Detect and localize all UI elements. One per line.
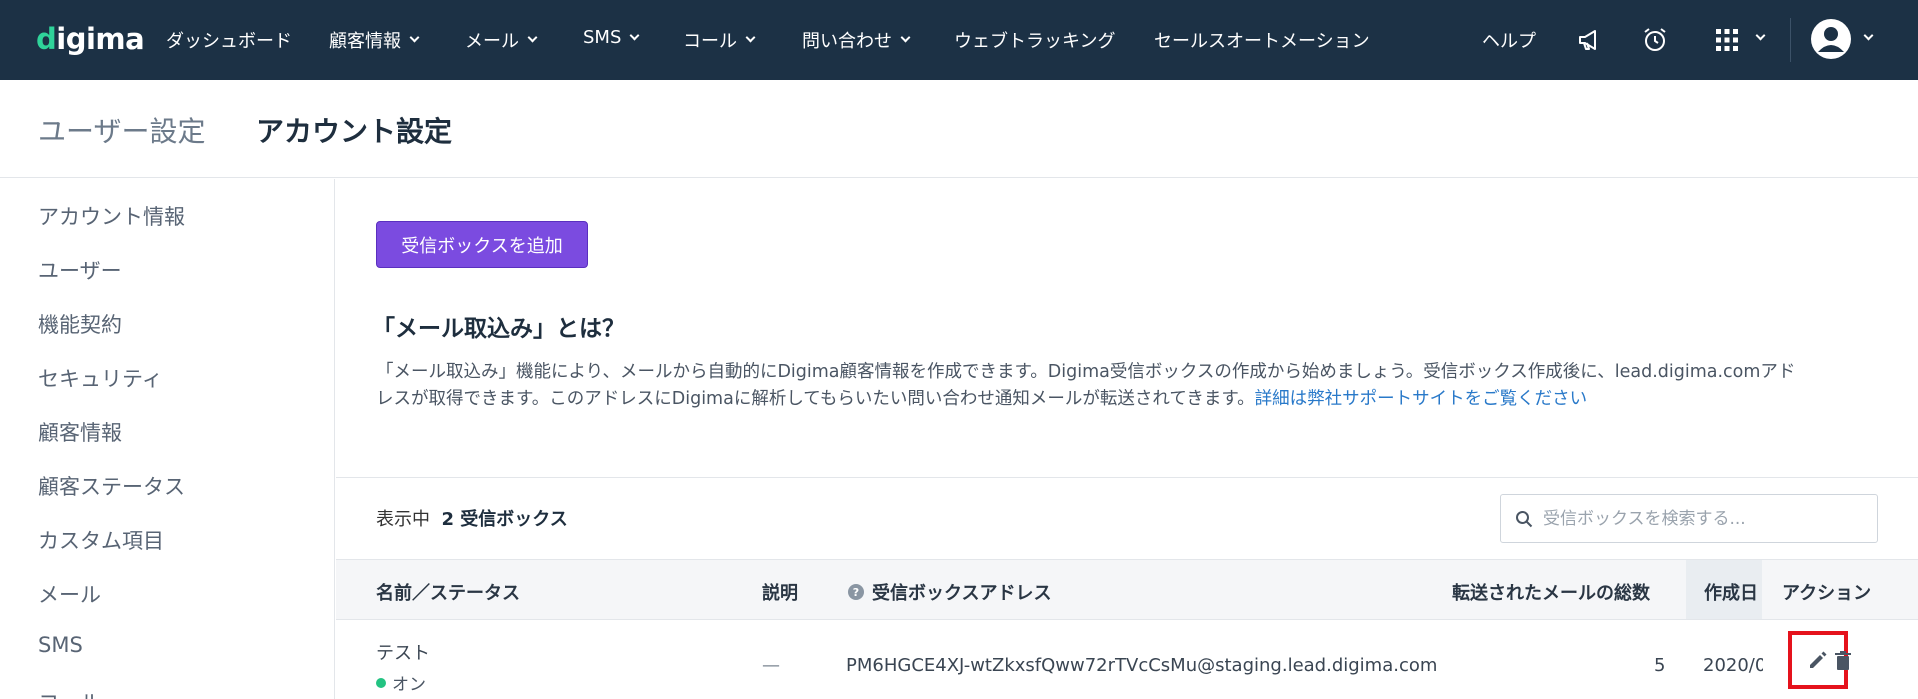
- inbox-description: —: [762, 655, 780, 676]
- sidebar-item-account-info[interactable]: アカウント情報: [38, 201, 185, 231]
- inbox-address: PM6HGCE4XJ-wtZkxsfQww72rTVcCsMu@staging.…: [846, 655, 1438, 676]
- trash-icon[interactable]: [1835, 651, 1851, 671]
- inbox-name[interactable]: テスト: [376, 639, 430, 665]
- nav-help-link[interactable]: ヘルプ: [1482, 27, 1536, 53]
- column-header-name[interactable]: 名前／ステータス: [376, 579, 520, 605]
- alarm-clock-icon[interactable]: [1639, 24, 1671, 56]
- status-dot-icon: [376, 677, 386, 688]
- page-header: ユーザー設定 アカウント設定: [0, 80, 1918, 178]
- column-header-created[interactable]: 作成日: [1704, 579, 1758, 605]
- user-avatar-icon[interactable]: [1810, 18, 1852, 60]
- column-header-actions: アクション: [1782, 583, 1872, 604]
- sidebar-item-customer-status[interactable]: 顧客ステータス: [38, 471, 185, 501]
- table-row: テスト オン — PM6HGCE4XJ-wtZkxsfQww72rTVcCsMu…: [336, 621, 1918, 699]
- nav-item-web-tracking[interactable]: ウェブトラッキング: [954, 27, 1115, 53]
- apps-grid-icon[interactable]: [1711, 24, 1743, 56]
- nav-item-dashboard[interactable]: ダッシュボード: [166, 27, 292, 53]
- column-header-forwarded[interactable]: 転送されたメールの総数: [1452, 579, 1650, 605]
- logo-text: igima: [56, 22, 145, 56]
- divider: [336, 477, 1918, 478]
- breadcrumb-user-settings[interactable]: ユーザー設定: [38, 110, 205, 150]
- digima-logo[interactable]: digima: [36, 22, 145, 56]
- status-badge: オン: [376, 670, 426, 695]
- pencil-icon: [1810, 651, 1827, 668]
- sidebar-item-users[interactable]: ユーザー: [38, 255, 122, 285]
- nav-item-inquiries[interactable]: 問い合わせ: [802, 27, 911, 53]
- column-header-description[interactable]: 説明: [762, 579, 798, 605]
- result-count: 表示中 2 受信ボックス: [376, 509, 568, 530]
- chevron-down-icon: [900, 32, 911, 43]
- search-input[interactable]: [1543, 508, 1863, 529]
- chevron-down-icon[interactable]: [1755, 30, 1766, 41]
- sidebar-item-sms[interactable]: SMS: [38, 633, 83, 657]
- chevron-down-icon: [745, 32, 756, 43]
- feature-description: 「メール取込み」機能により、メールから自動的にDigima顧客情報を作成できます…: [376, 362, 1796, 409]
- top-navigation-bar: digima ダッシュボード 顧客情報 メール SMS コール 問い合わせ ウェ…: [0, 0, 1918, 80]
- megaphone-icon[interactable]: [1573, 24, 1605, 56]
- forwarded-count: 5: [1654, 655, 1666, 676]
- sidebar-item-custom-fields[interactable]: カスタム項目: [38, 525, 164, 555]
- sidebar-item-customer-info[interactable]: 顧客情報: [38, 417, 122, 447]
- settings-sidebar: アカウント情報 ユーザー 機能契約 セキュリティ 顧客情報 顧客ステータス カス…: [0, 179, 335, 699]
- table-header: 名前／ステータス 説明 ? 受信ボックスアドレス 転送されたメールの総数 作成日…: [336, 559, 1918, 620]
- nav-item-sms[interactable]: SMS: [583, 27, 640, 48]
- chevron-down-icon: [629, 30, 640, 40]
- nav-item-customers[interactable]: 顧客情報: [329, 27, 420, 53]
- page-title: アカウント設定: [256, 115, 453, 148]
- support-site-link[interactable]: 詳細は弊社サポートサイトをご覧ください: [1255, 389, 1588, 409]
- column-header-address[interactable]: ? 受信ボックスアドレス: [848, 579, 1051, 605]
- section-title: 「メール取込み」とは？: [372, 316, 625, 342]
- search-icon: [1516, 510, 1533, 527]
- nav-item-sales-automation[interactable]: セールスオートメーション: [1154, 27, 1370, 53]
- chevron-down-icon: [527, 32, 538, 43]
- add-inbox-button[interactable]: 受信ボックスを追加: [376, 221, 588, 268]
- chevron-down-icon: [409, 32, 420, 43]
- sidebar-item-mail[interactable]: メール: [38, 579, 101, 609]
- inbox-search[interactable]: [1500, 494, 1878, 543]
- sidebar-item-call[interactable]: コール: [38, 687, 101, 699]
- sidebar-item-security[interactable]: セキュリティ: [38, 363, 163, 393]
- help-icon[interactable]: ?: [848, 584, 864, 600]
- nav-divider: [1790, 18, 1791, 62]
- chevron-down-icon[interactable]: [1863, 30, 1874, 41]
- main-content: 受信ボックスを追加 「メール取込み」とは？ 「メール取込み」機能により、メールか…: [336, 179, 1918, 699]
- created-date: 2020/0: [1703, 655, 1763, 676]
- sidebar-item-contracts[interactable]: 機能契約: [38, 309, 122, 339]
- nav-item-mail[interactable]: メール: [465, 27, 538, 53]
- nav-item-call[interactable]: コール: [683, 27, 756, 53]
